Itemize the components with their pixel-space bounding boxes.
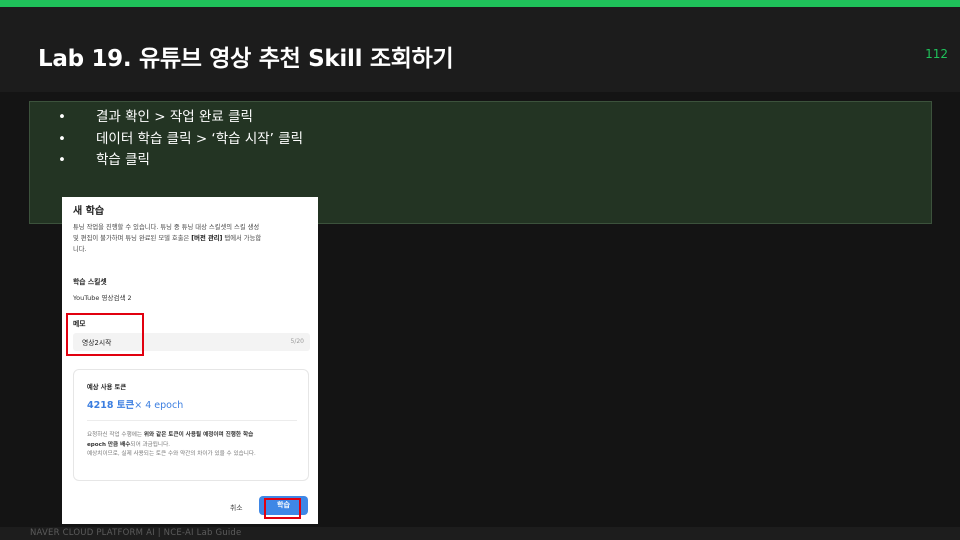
dialog-title: 새 학습: [73, 206, 105, 217]
skillset-value: YouTube 영상검색 2: [73, 294, 132, 302]
estimate-epoch: × 4 epoch: [134, 400, 184, 411]
new-training-dialog: 새 학습 튜닝 작업을 진행할 수 있습니다. 튜닝 중 튜닝 대상 스킬셋의 …: [62, 197, 318, 524]
slide-header: Lab 19. 유튜브 영상 추천 Skill 조회하기 112: [0, 7, 960, 92]
divider: [87, 420, 297, 421]
list-item: • 결과 확인 > 작업 완료 클릭: [58, 107, 303, 129]
instruction-list: • 결과 확인 > 작업 완료 클릭 • 데이터 학습 클릭 > ‘학습 시작’ 클…: [58, 107, 303, 172]
bullet-icon: •: [58, 152, 66, 168]
page-number: 112: [925, 47, 948, 61]
memo-char-counter: 5/20: [290, 338, 304, 345]
slide-title: Lab 19. 유튜브 영상 추천 Skill 조회하기: [38, 46, 454, 72]
billing-note: 요청하신 작업 수행에는 위와 같은 토큰이 사용될 예정이며 진행한 학습 e…: [87, 431, 299, 460]
description-line: 탭에서 가능합: [222, 235, 262, 242]
estimate-title: 예상 사용 토큰: [87, 384, 127, 391]
dialog-description: 튜닝 작업을 진행할 수 있습니다. 튜닝 중 튜닝 대상 스킬셋의 스킬 생성…: [73, 222, 311, 255]
bullet-text: 데이터 학습 클릭 > ‘학습 시작’ 클릭: [96, 130, 304, 147]
bullet-text: 결과 확인 > 작업 완료 클릭: [96, 109, 253, 125]
description-line: 튜닝 작업을 진행할 수 있습니다. 튜닝 중 튜닝 대상 스킬셋의 스킬 생성: [73, 224, 260, 231]
list-item: • 학습 클릭: [58, 150, 303, 172]
cancel-button[interactable]: 취소: [230, 502, 243, 512]
note-text: 되어 과금됩니다.: [130, 441, 171, 448]
bullet-icon: •: [58, 109, 66, 125]
skillset-label: 학습 스킬셋: [73, 278, 107, 286]
estimate-tokens: 4218 토큰: [87, 400, 135, 411]
train-button-highlight-box: [264, 498, 301, 519]
token-estimate-card: 예상 사용 토큰 4218 토큰× 4 epoch 요청하신 작업 수행에는 위…: [73, 369, 309, 481]
list-item: • 데이터 학습 클릭 > ‘학습 시작’ 클릭: [58, 129, 303, 151]
memo-highlight-box: [66, 313, 144, 356]
top-accent-bar: [0, 0, 960, 7]
note-bold-text: 위와 같은 토큰이 사용될 예정이며 진행한 학습: [143, 432, 254, 438]
description-line: 및 편집이 불가하며 튜닝 완료된 모델 호출은: [73, 235, 192, 242]
bullet-icon: •: [58, 130, 66, 147]
version-tab-reference: [버전 관리]: [191, 235, 223, 242]
bullet-text: 학습 클릭: [96, 152, 150, 168]
note-text: 요청하신 작업 수행에는: [87, 432, 144, 438]
footer-text: NAVER CLOUD PLATFORM AI | NCE-AI Lab Gui…: [30, 528, 242, 538]
note-bold-text: epoch 만큼 배수: [87, 441, 131, 448]
description-line: 니다.: [73, 246, 87, 253]
estimate-value: 4218 토큰× 4 epoch: [87, 397, 183, 411]
slide-footer: NAVER CLOUD PLATFORM AI | NCE-AI Lab Gui…: [0, 527, 960, 540]
note-text: 예상치이므로, 실제 사용되는 토큰 수와 약간의 차이가 있을 수 있습니다.: [87, 451, 256, 457]
